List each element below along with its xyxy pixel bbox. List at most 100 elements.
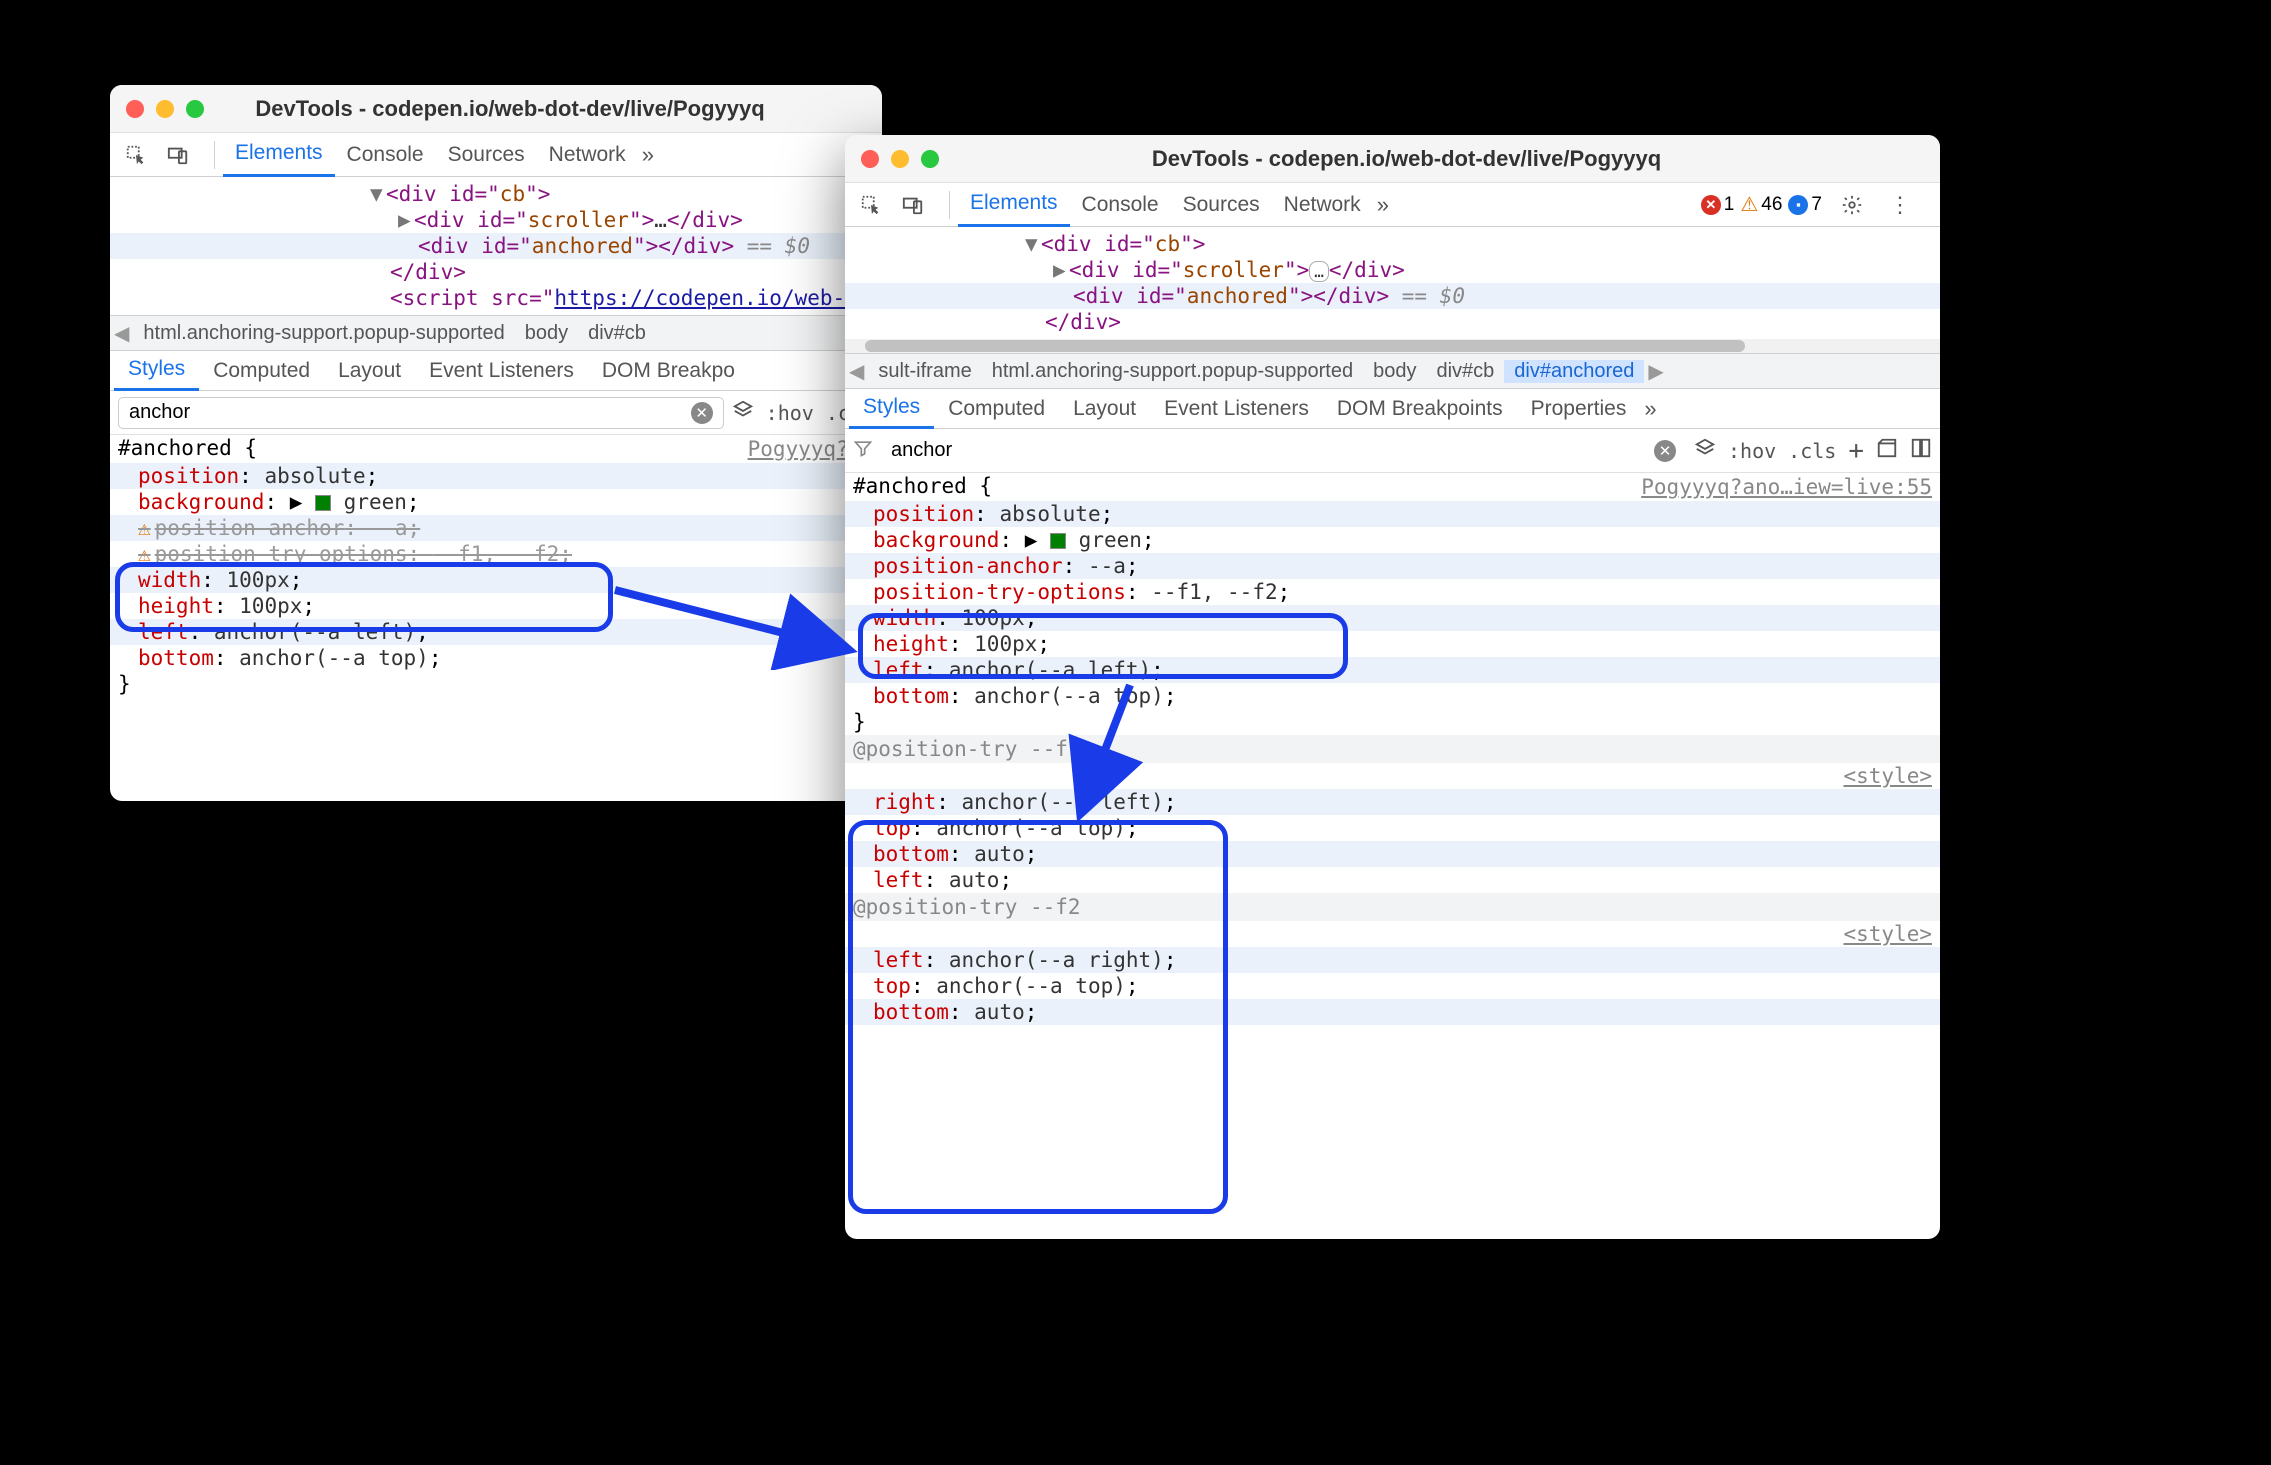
subtab-eventlisteners[interactable]: Event Listeners (1150, 389, 1323, 429)
crumb-iframe[interactable]: sult-iframe (868, 360, 981, 383)
styles-pane[interactable]: #anchored {Pogyyyq?an position: absolute… (110, 435, 882, 697)
at-rule-f2[interactable]: @position-try --f2 (845, 893, 1940, 921)
tab-network[interactable]: Network (1272, 183, 1373, 227)
warning-count[interactable]: ⚠46 (1740, 192, 1782, 217)
crumb-right-icon[interactable]: ▶ (1644, 359, 1667, 384)
subtab-styles[interactable]: Styles (849, 389, 934, 429)
rendering-icon[interactable] (1910, 437, 1932, 464)
subtab-dombreakpoints[interactable]: DOM Breakpo (588, 351, 749, 391)
subtab-eventlisteners[interactable]: Event Listeners (415, 351, 588, 391)
tab-network[interactable]: Network (537, 133, 638, 177)
css-prop-invalid[interactable]: ⚠position-anchor: --a; (110, 515, 882, 541)
filter-icon[interactable] (853, 438, 873, 464)
subtab-layout[interactable]: Layout (324, 351, 415, 391)
error-count[interactable]: ✕1 (1701, 194, 1735, 216)
crumb-left-icon[interactable]: ◀ (845, 359, 868, 384)
more-tabs[interactable]: » (1377, 192, 1389, 218)
css-prop[interactable]: right: anchor(--a left); (845, 789, 1940, 815)
css-prop[interactable]: background: ▶ green; (845, 527, 1940, 553)
crumb-left-icon[interactable]: ◀ (110, 321, 133, 346)
elements-panel[interactable]: ▼<div id="cb"> ▶<div id="scroller">…</di… (110, 177, 882, 315)
close-button[interactable] (861, 150, 879, 168)
hov-toggle[interactable]: :hov (766, 401, 814, 425)
subtab-properties[interactable]: Properties (1517, 389, 1641, 429)
source-link[interactable]: Pogyyyq?ano…iew=live:55 (1633, 473, 1940, 501)
style-link[interactable]: <style> (1843, 922, 1932, 946)
clear-icon[interactable]: ✕ (691, 402, 713, 424)
inspect-icon[interactable] (122, 141, 150, 169)
crumb-html[interactable]: html.anchoring-support.popup-supported (982, 360, 1363, 383)
layers-icon[interactable] (732, 399, 754, 426)
tab-elements[interactable]: Elements (223, 133, 335, 177)
window-titlebar[interactable]: DevTools - codepen.io/web-dot-dev/live/P… (110, 85, 882, 133)
minimize-button[interactable] (156, 100, 174, 118)
css-prop[interactable]: background: ▶ green; (110, 489, 882, 515)
css-prop-invalid[interactable]: ⚠position-try-options: --f1, --f2; (110, 541, 882, 567)
cls-toggle[interactable]: .cls (1788, 439, 1836, 463)
css-prop[interactable]: height: 100px; (110, 593, 882, 619)
css-prop[interactable]: bottom: auto; (845, 999, 1940, 1025)
color-swatch[interactable] (1050, 533, 1066, 549)
scrollbar-thumb[interactable] (865, 340, 1745, 352)
clear-icon[interactable]: ✕ (1654, 440, 1676, 462)
minimize-button[interactable] (891, 150, 909, 168)
horizontal-scrollbar[interactable] (845, 339, 1940, 353)
dom-node-selected[interactable]: <div id="anchored"></div> (418, 234, 734, 258)
css-prop[interactable]: position: absolute; (110, 463, 882, 489)
tab-sources[interactable]: Sources (436, 133, 537, 177)
css-prop[interactable]: left: anchor(--a right); (845, 947, 1940, 973)
crumb-body[interactable]: body (515, 322, 578, 345)
new-rule-icon[interactable]: + (1848, 436, 1864, 466)
crumb-selected[interactable]: div#anchored (1504, 360, 1644, 383)
crumb-divcb[interactable]: div#cb (1426, 360, 1504, 383)
selector[interactable]: #anchored { (845, 473, 1633, 501)
dom-node[interactable]: <script src=" (390, 286, 554, 310)
close-button[interactable] (126, 100, 144, 118)
subtab-computed[interactable]: Computed (199, 351, 324, 391)
css-prop[interactable]: height: 100px; (845, 631, 1940, 657)
subtab-layout[interactable]: Layout (1059, 389, 1150, 429)
maximize-button[interactable] (921, 150, 939, 168)
more-tabs[interactable]: » (642, 142, 654, 168)
dom-node[interactable]: <div id="cb"> (386, 182, 550, 206)
filter-input[interactable]: anchor ✕ (118, 397, 724, 429)
ellipsis-badge[interactable]: … (1309, 261, 1329, 282)
crumb-html[interactable]: html.anchoring-support.popup-supported (133, 322, 514, 345)
src-link[interactable]: https://codepen.io/web-dot-d (554, 286, 882, 310)
tab-elements[interactable]: Elements (958, 183, 1070, 227)
css-prop[interactable]: position: absolute; (845, 501, 1940, 527)
css-prop[interactable]: position-try-options: --f1, --f2; (845, 579, 1940, 605)
css-prop[interactable]: top: anchor(--a top); (845, 973, 1940, 999)
subtab-dombreakpoints[interactable]: DOM Breakpoints (1323, 389, 1517, 429)
breadcrumb[interactable]: ◀ html.anchoring-support.popup-supported… (110, 315, 882, 351)
device-toolbar-icon[interactable] (164, 141, 192, 169)
tab-console[interactable]: Console (335, 133, 436, 177)
maximize-button[interactable] (186, 100, 204, 118)
styles-pane[interactable]: #anchored {Pogyyyq?ano…iew=live:55 posit… (845, 473, 1940, 1025)
style-link[interactable]: <style> (1843, 764, 1932, 788)
hov-toggle[interactable]: :hov (1728, 439, 1776, 463)
crumb-body[interactable]: body (1363, 360, 1426, 383)
css-prop[interactable]: left: anchor(--a left); (110, 619, 882, 645)
selector[interactable]: #anchored { (110, 435, 740, 463)
elements-panel[interactable]: ▼<div id="cb"> ▶<div id="scroller">…</di… (845, 227, 1940, 339)
css-prop[interactable]: bottom: auto; (845, 841, 1940, 867)
css-prop[interactable]: width: 100px; (110, 567, 882, 593)
dom-node[interactable]: <div id="scroller"> (1069, 258, 1309, 282)
expand-icon[interactable]: ▶ (1053, 258, 1069, 282)
expand-icon[interactable]: ▼ (370, 182, 386, 206)
kebab-icon[interactable]: ⋮ (1886, 191, 1914, 219)
css-prop[interactable]: left: anchor(--a left); (845, 657, 1940, 683)
css-prop[interactable]: bottom: anchor(--a top); (845, 683, 1940, 709)
window-titlebar[interactable]: DevTools - codepen.io/web-dot-dev/live/P… (845, 135, 1940, 183)
dom-node[interactable]: <div id="scroller"> (414, 208, 654, 232)
computed-icon[interactable] (1876, 437, 1898, 464)
css-prop[interactable]: top: anchor(--a top); (845, 815, 1940, 841)
dom-node[interactable]: <div id="cb"> (1041, 232, 1205, 256)
more-subtabs[interactable]: » (1644, 396, 1656, 422)
css-prop[interactable]: width: 100px; (845, 605, 1940, 631)
settings-icon[interactable] (1838, 191, 1866, 219)
inspect-icon[interactable] (857, 191, 885, 219)
layers-icon[interactable] (1694, 437, 1716, 464)
dom-node-selected[interactable]: <div id="anchored"></div> (1073, 284, 1389, 308)
